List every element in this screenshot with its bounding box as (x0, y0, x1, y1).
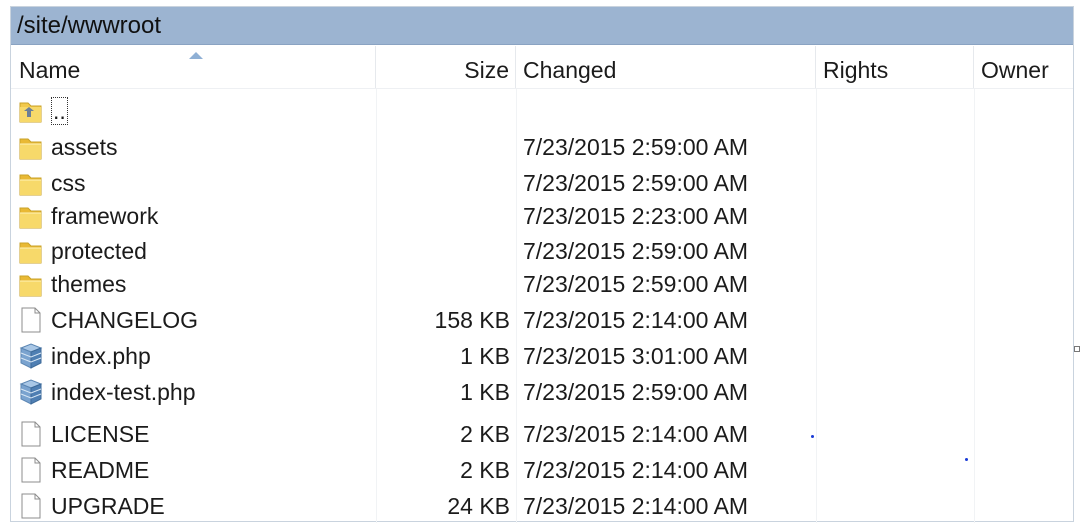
column-rights[interactable]: Rights (816, 46, 974, 88)
item-size: 2 KB (460, 421, 510, 447)
folder-icon (18, 202, 44, 230)
resize-grip-icon[interactable] (1074, 346, 1080, 352)
list-item[interactable]: themes 7/23/2015 2:59:00 AM (11, 264, 1073, 300)
column-changed-label: Changed (523, 57, 617, 83)
column-owner[interactable]: Owner (974, 46, 1073, 88)
item-name: CHANGELOG (51, 307, 198, 333)
list-item[interactable]: .. (11, 91, 1073, 127)
item-size: 158 KB (434, 307, 510, 333)
column-header: Name Size Changed Rights Owner (11, 46, 1073, 89)
item-size (376, 127, 510, 163)
item-changed: 7/23/2015 2:14:00 AM (523, 421, 749, 447)
file-icon (18, 456, 44, 484)
item-changed: 7/23/2015 2:59:00 AM (523, 379, 749, 405)
php-file-icon (18, 342, 44, 370)
folder-icon (18, 169, 44, 197)
item-changed: 7/23/2015 2:59:00 AM (523, 238, 749, 264)
list-item[interactable]: index-test.php 1 KB 7/23/2015 2:59:00 AM (11, 372, 1073, 408)
item-size (376, 163, 510, 199)
list-item[interactable]: framework 7/23/2015 2:23:00 AM (11, 196, 1073, 232)
file-icon (18, 306, 44, 334)
file-panel: /site/wwwroot Name Size Changed Rights O… (10, 6, 1074, 523)
list-item[interactable]: css 7/23/2015 2:59:00 AM (11, 163, 1073, 199)
column-name-label: Name (19, 57, 81, 83)
php-file-icon (18, 378, 44, 406)
item-changed: 7/23/2015 2:14:00 AM (523, 307, 749, 333)
folder-icon (18, 270, 44, 298)
item-name: LICENSE (51, 421, 150, 447)
list-item[interactable]: UPGRADE 24 KB 7/23/2015 2:14:00 AM (11, 486, 1073, 522)
column-name[interactable]: Name (11, 46, 376, 88)
sort-ascending-icon (189, 52, 203, 59)
item-name: framework (51, 203, 159, 229)
folder-icon (18, 133, 44, 161)
column-owner-label: Owner (981, 57, 1049, 83)
item-name: README (51, 457, 150, 483)
list-item[interactable]: index.php 1 KB 7/23/2015 3:01:00 AM (11, 336, 1073, 372)
item-size: 1 KB (460, 343, 510, 369)
column-changed[interactable]: Changed (516, 46, 816, 88)
file-icon (18, 420, 44, 448)
item-name: index-test.php (51, 379, 196, 405)
item-size: 1 KB (460, 379, 510, 405)
marker-dot (811, 435, 814, 438)
item-changed: 7/23/2015 2:59:00 AM (523, 271, 749, 297)
item-size (376, 264, 510, 300)
column-size-label: Size (464, 57, 509, 83)
item-changed: 7/23/2015 2:59:00 AM (523, 170, 749, 196)
path-bar[interactable]: /site/wwwroot (11, 7, 1073, 45)
item-name: assets (51, 134, 118, 160)
list-item[interactable]: assets 7/23/2015 2:59:00 AM (11, 127, 1073, 163)
item-changed: 7/23/2015 2:59:00 AM (523, 134, 749, 160)
item-name: UPGRADE (51, 493, 165, 519)
folder-up-icon (18, 97, 44, 125)
list-item[interactable]: README 2 KB 7/23/2015 2:14:00 AM (11, 450, 1073, 486)
list-item[interactable]: CHANGELOG 158 KB 7/23/2015 2:14:00 AM (11, 300, 1073, 336)
item-size (376, 231, 510, 267)
item-size (376, 196, 510, 232)
column-size[interactable]: Size (376, 46, 516, 88)
item-size: 2 KB (460, 457, 510, 483)
item-name: css (51, 170, 86, 196)
item-name: protected (51, 238, 147, 264)
marker-dot (965, 458, 968, 461)
item-changed: 7/23/2015 2:14:00 AM (523, 493, 749, 519)
item-name: .. (51, 97, 68, 125)
file-icon (18, 492, 44, 520)
item-size: 24 KB (447, 493, 510, 519)
column-rights-label: Rights (823, 57, 889, 83)
item-name: themes (51, 271, 127, 297)
file-list[interactable]: .. assets 7/23/2015 2:59:00 AM css 7/23/2015… (11, 89, 1073, 523)
item-changed: 7/23/2015 2:23:00 AM (523, 203, 749, 229)
folder-icon (18, 237, 44, 265)
item-name: index.php (51, 343, 151, 369)
item-changed: 7/23/2015 3:01:00 AM (523, 343, 749, 369)
item-size (376, 91, 510, 127)
list-item[interactable]: protected 7/23/2015 2:59:00 AM (11, 231, 1073, 267)
list-item[interactable]: LICENSE 2 KB 7/23/2015 2:14:00 AM (11, 414, 1073, 450)
item-changed: 7/23/2015 2:14:00 AM (523, 457, 749, 483)
